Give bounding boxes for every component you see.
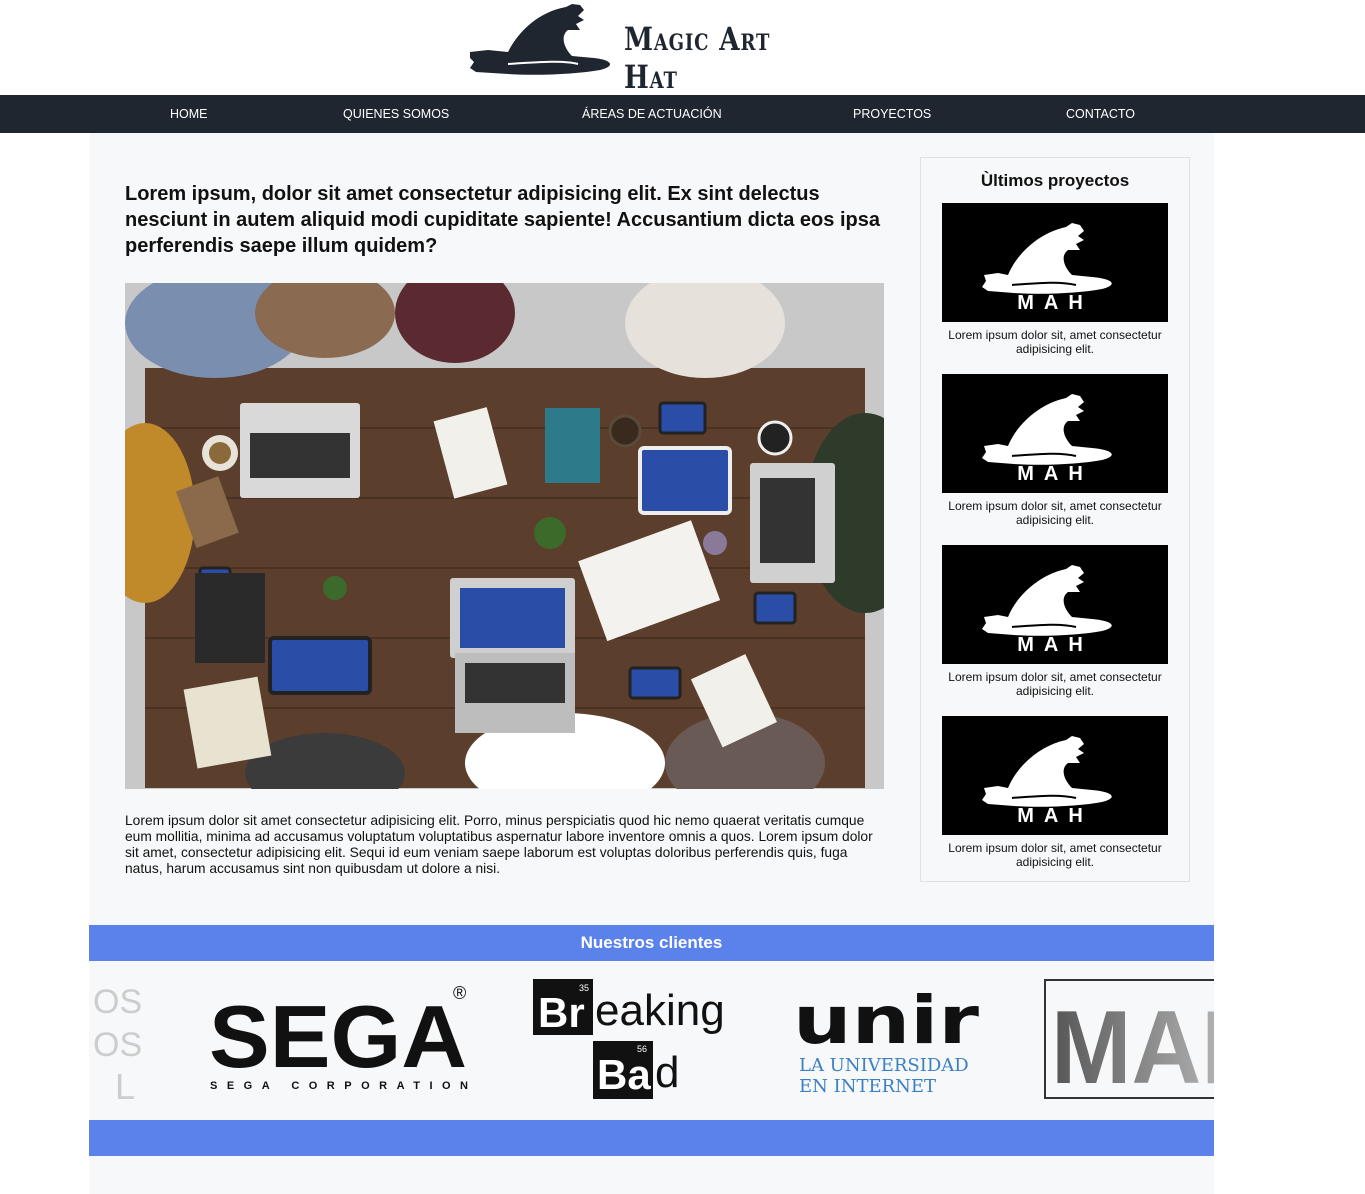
svg-text:MAH: MAH — [1017, 463, 1093, 485]
footer-bar — [89, 1120, 1214, 1156]
nav-item-contacto[interactable]: CONTACTO — [1066, 95, 1135, 133]
site-header: Magic Art Hat — [0, 0, 1365, 96]
project-thumbnail[interactable]: MAH — [942, 716, 1168, 835]
clients-logos: OS OS L SEGA ® SEGA CORPORATION Br 35 ea… — [89, 961, 1214, 1120]
svg-text:Ba: Ba — [597, 1051, 651, 1098]
nav-item-quienes-somos[interactable]: QUIENES SOMOS — [343, 95, 449, 133]
meeting-photo-illustration — [125, 283, 884, 789]
svg-text:MAH: MAH — [1017, 805, 1093, 827]
svg-text:LA UNIVERSIDAD: LA UNIVERSIDAD — [799, 1055, 969, 1076]
project-thumbnail[interactable]: MAH — [942, 203, 1168, 322]
svg-text:Br: Br — [538, 989, 585, 1036]
project-card[interactable]: MAH Lorem ipsum dolor sit, amet consecte… — [942, 716, 1168, 869]
svg-text:SEGA: SEGA — [209, 987, 467, 1086]
project-thumbnail[interactable]: MAH — [942, 374, 1168, 493]
article-title: Lorem ipsum, dolor sit amet consectetur … — [125, 183, 880, 257]
project-caption: Lorem ipsum dolor sit, amet consectetur … — [948, 841, 1162, 869]
svg-text:MAH: MAH — [1017, 634, 1093, 656]
svg-text:35: 35 — [579, 983, 589, 993]
article-image — [125, 283, 884, 789]
project-card[interactable]: MAH Lorem ipsum dolor sit, amet consecte… — [942, 545, 1168, 698]
svg-text:eaking: eaking — [595, 986, 725, 1035]
svg-text:MAR: MAR — [1051, 990, 1214, 1106]
latest-projects-sidebar: Ùltimos proyectos MAH Lorem ipsum dolor … — [920, 157, 1190, 882]
project-card[interactable]: MAH Lorem ipsum dolor sit, amet consecte… — [942, 374, 1168, 527]
site-logo[interactable]: Magic Art Hat — [468, 2, 848, 96]
sidebar-title: Ùltimos proyectos — [980, 171, 1130, 190]
brand-name: Magic Art Hat — [624, 20, 771, 96]
main-nav: HOME QUIENES SOMOS ÁREAS DE ACTUACIÓN PR… — [0, 95, 1365, 133]
project-caption: Lorem ipsum dolor sit, amet consectetur … — [948, 328, 1162, 356]
clients-heading: Nuestros clientes — [89, 925, 1214, 961]
wizard-hat-icon — [470, 4, 611, 75]
mah-logo-icon: MAH — [982, 223, 1112, 314]
nav-item-proyectos[interactable]: PROYECTOS — [853, 95, 931, 133]
client-logo-sega[interactable]: SEGA ® SEGA CORPORATION — [209, 983, 468, 1092]
project-card[interactable]: MAH Lorem ipsum dolor sit, amet consecte… — [942, 203, 1168, 356]
client-logo-marvel[interactable]: MAR — [1044, 979, 1214, 1106]
svg-text:d: d — [655, 1048, 679, 1097]
mah-logo-icon: MAH — [982, 565, 1112, 656]
svg-text:56: 56 — [637, 1044, 647, 1054]
nav-item-areas[interactable]: ÁREAS DE ACTUACIÓN — [582, 95, 722, 133]
article-body: Lorem ipsum dolor sit amet consectetur a… — [125, 813, 873, 876]
client-logo-unir[interactable]: unir LA UNIVERSIDAD EN INTERNET — [793, 982, 980, 1097]
page-content: Lorem ipsum, dolor sit amet consectetur … — [89, 133, 1214, 1194]
mah-logo-icon: MAH — [982, 736, 1112, 827]
clients-carousel[interactable]: OS OS L SEGA ® SEGA CORPORATION Br 35 ea… — [89, 961, 1214, 1120]
mah-logo-icon: MAH — [982, 394, 1112, 485]
svg-text:unir: unir — [793, 982, 980, 1059]
svg-text:MAH: MAH — [1017, 292, 1093, 314]
project-thumbnail[interactable]: MAH — [942, 545, 1168, 664]
svg-text:®: ® — [453, 983, 466, 1003]
nav-item-home[interactable]: HOME — [170, 95, 208, 133]
project-caption: Lorem ipsum dolor sit, amet consectetur … — [948, 499, 1162, 527]
project-caption: Lorem ipsum dolor sit, amet consectetur … — [948, 670, 1162, 698]
svg-text:EN INTERNET: EN INTERNET — [799, 1076, 936, 1097]
client-logo-breaking-bad[interactable]: Br 35 eaking Ba 56 d — [533, 979, 725, 1099]
